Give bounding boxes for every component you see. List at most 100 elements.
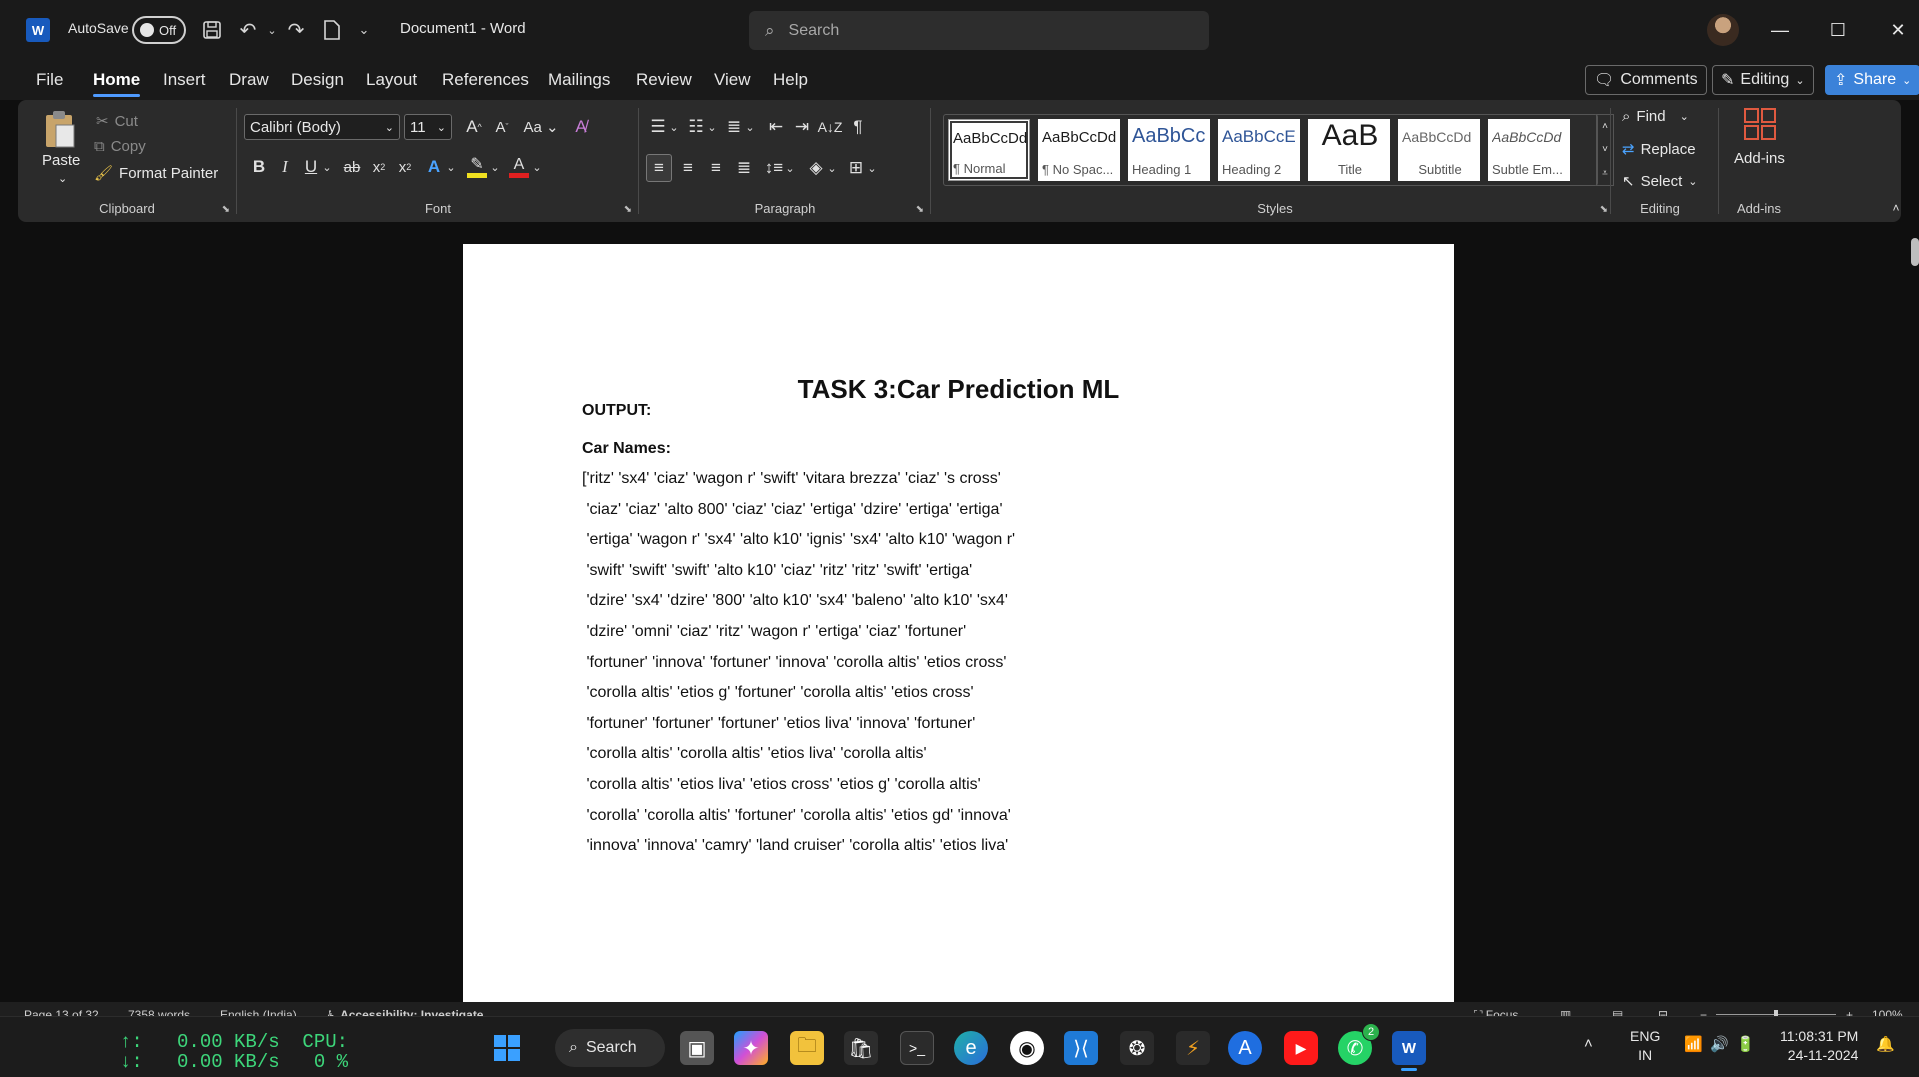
volume-icon[interactable]: 🔊	[1710, 1035, 1729, 1053]
cut-button[interactable]: ✂ Cut	[96, 112, 138, 131]
style-title[interactable]: AaB Title	[1308, 119, 1390, 181]
numbering-dropdown-icon[interactable]: ⌄	[706, 114, 718, 140]
tab-view[interactable]: View	[714, 70, 751, 90]
underline-icon[interactable]: U	[300, 154, 322, 180]
new-document-icon[interactable]	[318, 16, 346, 44]
tab-file[interactable]: File	[36, 70, 63, 90]
redo-icon[interactable]: ↷	[282, 16, 310, 44]
sort-icon[interactable]: A↓Z	[818, 114, 843, 140]
editing-mode-button[interactable]: ✎ Editing ⌄	[1712, 65, 1814, 95]
addins-icon[interactable]	[1742, 106, 1778, 142]
style-no-spacing[interactable]: AaBbCcDd ¶ No Spac...	[1038, 119, 1120, 181]
show-formatting-marks-icon[interactable]: ¶	[846, 114, 870, 140]
align-center-icon[interactable]: ≡	[676, 154, 700, 182]
italic-icon[interactable]: I	[274, 154, 296, 180]
vertical-scrollbar[interactable]	[1909, 222, 1919, 1002]
chatgpt-icon[interactable]: ❂	[1120, 1031, 1154, 1065]
grow-font-icon[interactable]: A ^	[462, 114, 486, 140]
style-heading-1[interactable]: AaBbCc Heading 1	[1128, 119, 1210, 181]
comments-button[interactable]: 🗨 Comments	[1585, 65, 1707, 95]
file-explorer-icon[interactable]: 🗀	[790, 1031, 824, 1065]
increase-indent-icon[interactable]: ⇥	[790, 114, 814, 140]
dev-app-icon[interactable]: ⚡	[1176, 1031, 1210, 1065]
text-effects-icon[interactable]: A	[422, 154, 446, 180]
edge-icon[interactable]: e	[954, 1031, 988, 1065]
text-effects-dropdown-icon[interactable]: ⌄	[444, 154, 458, 180]
customize-toolbar-icon[interactable]: ⌄	[350, 16, 378, 44]
font-color-dropdown-icon[interactable]: ⌄	[530, 154, 544, 180]
tab-insert[interactable]: Insert	[163, 70, 206, 90]
replace-button[interactable]: ⇄ Replace	[1622, 140, 1696, 159]
tab-mailings[interactable]: Mailings	[548, 70, 610, 90]
style-normal[interactable]: AaBbCcDd ¶ Normal	[948, 119, 1030, 181]
share-button[interactable]: ⇪ Share ⌄	[1825, 65, 1919, 95]
dialog-launcher-icon[interactable]: ⬊	[916, 204, 924, 215]
select-button[interactable]: ↖ Select ⌄	[1622, 172, 1698, 191]
bullets-icon[interactable]: ☰	[646, 114, 670, 140]
tab-help[interactable]: Help	[773, 70, 808, 90]
document-page[interactable]: TASK 3:Car Prediction ML OUTPUT: Car Nam…	[463, 244, 1454, 1024]
shrink-font-icon[interactable]: Aˇ	[490, 114, 514, 140]
shading-icon[interactable]: ◈	[804, 154, 828, 182]
collapse-ribbon-icon[interactable]: ˄	[1888, 200, 1904, 216]
task-view-icon[interactable]: ▣	[680, 1031, 714, 1065]
wifi-icon[interactable]: 📶	[1684, 1035, 1703, 1053]
font-size-select[interactable]: 11 ⌄	[404, 114, 452, 140]
highlight-dropdown-icon[interactable]: ⌄	[488, 154, 502, 180]
font-color-icon[interactable]: A	[506, 152, 532, 182]
numbering-icon[interactable]: ☷	[684, 114, 708, 140]
superscript-icon[interactable]: x2	[394, 154, 416, 180]
format-painter-button[interactable]: 🖌 Format Painter	[94, 164, 218, 183]
font-family-select[interactable]: Calibri (Body) ⌄	[244, 114, 400, 140]
tab-layout[interactable]: Layout	[366, 70, 417, 90]
find-button[interactable]: ⌕ Find ⌄	[1622, 108, 1689, 125]
copilot-icon[interactable]: ✦	[734, 1031, 768, 1065]
line-spacing-icon[interactable]: ↕≡	[762, 154, 786, 182]
subscript-icon[interactable]: x2	[368, 154, 390, 180]
youtube-icon[interactable]: ▶	[1284, 1031, 1318, 1065]
notifications-bell-icon[interactable]: 🔔	[1876, 1035, 1895, 1053]
paste-button[interactable]: Paste	[42, 152, 80, 169]
tab-draw[interactable]: Draw	[229, 70, 269, 90]
bold-icon[interactable]: B	[248, 154, 270, 180]
paste-dropdown-icon[interactable]: ⌄	[58, 172, 67, 185]
tab-home[interactable]: Home	[93, 70, 141, 97]
style-heading-2[interactable]: AaBbCcE Heading 2	[1218, 119, 1300, 181]
show-hidden-icons-icon[interactable]: ˄	[1584, 1035, 1593, 1052]
github-icon[interactable]: ◉	[1010, 1031, 1044, 1065]
autosave-toggle[interactable]: Off	[132, 16, 186, 44]
avatar[interactable]	[1707, 14, 1739, 46]
tab-review[interactable]: Review	[636, 70, 692, 90]
align-right-icon[interactable]: ≡	[704, 154, 728, 182]
style-subtitle[interactable]: AaBbCcDd Subtitle	[1398, 119, 1480, 181]
word-taskbar-icon[interactable]: W	[1392, 1031, 1426, 1071]
battery-icon[interactable]: 🔋	[1736, 1035, 1755, 1053]
highlight-icon[interactable]: ✎	[464, 152, 490, 182]
search-box[interactable]: ⌕ Search	[749, 11, 1209, 50]
paste-icon[interactable]	[40, 108, 80, 152]
multilevel-dropdown-icon[interactable]: ⌄	[744, 114, 756, 140]
scrollbar-thumb[interactable]	[1911, 238, 1919, 266]
terminal-icon[interactable]: >_	[900, 1031, 934, 1065]
borders-dropdown-icon[interactable]: ⌄	[866, 154, 878, 182]
shading-dropdown-icon[interactable]: ⌄	[826, 154, 838, 182]
maximize-icon[interactable]: ☐	[1818, 16, 1858, 44]
tab-design[interactable]: Design	[291, 70, 344, 90]
whatsapp-icon[interactable]: ✆ 2	[1338, 1023, 1380, 1065]
line-spacing-dropdown-icon[interactable]: ⌄	[784, 154, 796, 182]
clock[interactable]: 11:08:31 PM 24-11-2024	[1780, 1027, 1858, 1065]
justify-icon[interactable]: ≣	[732, 154, 756, 182]
borders-icon[interactable]: ⊞	[844, 154, 868, 182]
microsoft-store-icon[interactable]: 🛍	[844, 1031, 878, 1065]
style-subtle-emphasis[interactable]: AaBbCcDd Subtle Em...	[1488, 119, 1570, 181]
strikethrough-icon[interactable]: ab	[340, 154, 364, 180]
decrease-indent-icon[interactable]: ⇤	[764, 114, 788, 140]
dialog-launcher-icon[interactable]: ⬊	[624, 204, 632, 215]
dialog-launcher-icon[interactable]: ⬊	[222, 204, 230, 215]
start-icon[interactable]	[490, 1031, 524, 1065]
change-case-icon[interactable]: Aa ⌄	[522, 114, 560, 140]
bullets-dropdown-icon[interactable]: ⌄	[668, 114, 680, 140]
app-store-icon[interactable]: A	[1228, 1031, 1262, 1065]
dialog-launcher-icon[interactable]: ⬊	[1600, 204, 1608, 215]
minimize-icon[interactable]: —	[1760, 16, 1800, 44]
